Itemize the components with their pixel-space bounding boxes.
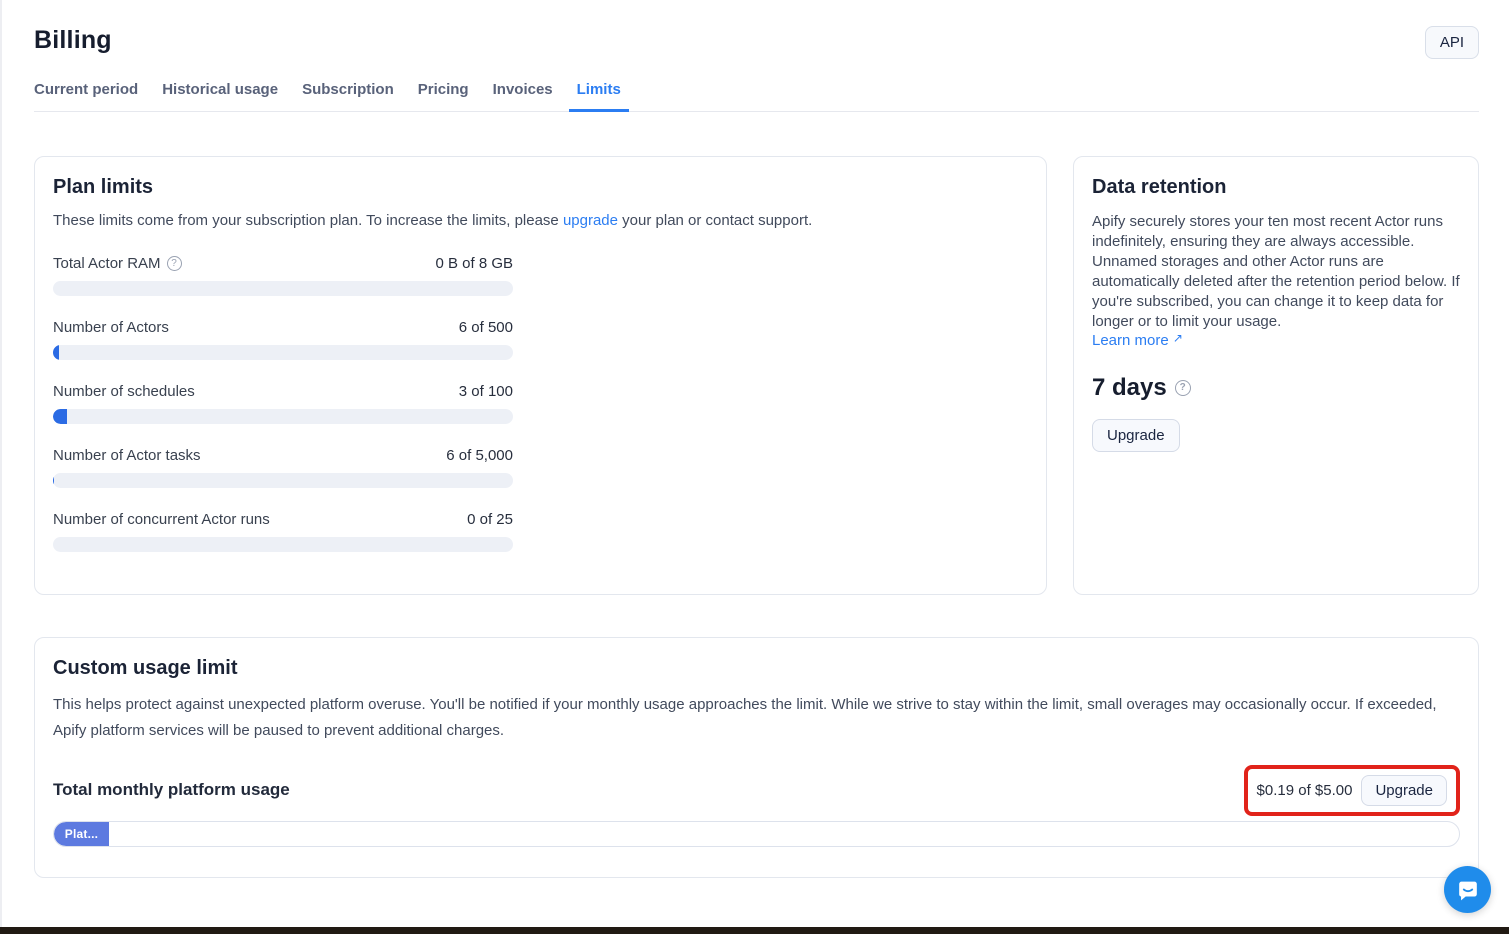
tab-limits[interactable]: Limits	[569, 81, 629, 111]
limit-label: Total Actor RAM	[53, 255, 161, 272]
limit-rows: Total Actor RAM 0 B of 8 GB Number of Ac…	[53, 255, 513, 552]
retention-period-value: 7 days	[1092, 374, 1167, 402]
plan-limits-description: These limits come from your subscription…	[53, 212, 1028, 229]
custom-usage-limit-description: This helps protect against unexpected pl…	[53, 692, 1453, 744]
limit-label: Number of schedules	[53, 383, 195, 400]
chat-launcher-button[interactable]	[1444, 866, 1491, 913]
billing-tabs: Current period Historical usage Subscrip…	[34, 81, 1479, 112]
retention-period: 7 days	[1092, 374, 1460, 402]
plan-limits-card: Plan limits These limits come from your …	[34, 156, 1047, 595]
data-retention-description: Apify securely stores your ten most rece…	[1092, 212, 1460, 332]
limit-value: 3 of 100	[459, 383, 513, 400]
monthly-usage-value: $0.19 of $5.00	[1257, 782, 1353, 799]
data-retention-card: Data retention Apify securely stores you…	[1073, 156, 1479, 595]
limit-row-number-of-actor-tasks: Number of Actor tasks 6 of 5,000	[53, 447, 513, 488]
tab-historical-usage[interactable]: Historical usage	[154, 81, 286, 111]
progress-bar-track	[53, 409, 513, 424]
upgrade-link[interactable]: upgrade	[563, 212, 618, 229]
progress-bar-track	[53, 473, 513, 488]
monthly-usage-bar-track: Plat...	[53, 821, 1460, 847]
monthly-usage-bar-segment: Plat...	[54, 822, 109, 846]
progress-bar-track	[53, 281, 513, 296]
data-retention-title: Data retention	[1092, 176, 1460, 199]
monthly-usage-row: Total monthly platform usage $0.19 of $5…	[53, 764, 1460, 816]
limit-row-number-of-schedules: Number of schedules 3 of 100	[53, 383, 513, 424]
tab-current-period[interactable]: Current period	[26, 81, 146, 111]
progress-bar-fill	[53, 473, 54, 488]
bottom-edge-bar	[0, 927, 1509, 934]
help-icon[interactable]	[1175, 380, 1191, 396]
top-cards-row: Plan limits These limits come from your …	[34, 156, 1479, 595]
tab-subscription[interactable]: Subscription	[294, 81, 402, 111]
monthly-usage-label: Total monthly platform usage	[53, 780, 290, 800]
page-header: Billing API	[34, 26, 1479, 59]
chat-bubble-icon	[1455, 877, 1481, 903]
limit-value: 0 of 25	[467, 511, 513, 528]
tab-invoices[interactable]: Invoices	[485, 81, 561, 111]
plan-desc-text-after: your plan or contact support.	[618, 212, 812, 229]
tab-pricing[interactable]: Pricing	[410, 81, 477, 111]
retention-upgrade-button[interactable]: Upgrade	[1092, 419, 1180, 452]
limit-row-total-actor-ram: Total Actor RAM 0 B of 8 GB	[53, 255, 513, 296]
progress-bar-fill	[53, 345, 59, 360]
external-link-icon: ↗	[1173, 331, 1183, 345]
limit-label: Number of Actors	[53, 319, 169, 336]
api-button[interactable]: API	[1425, 26, 1479, 59]
limit-row-number-of-actors: Number of Actors 6 of 500	[53, 319, 513, 360]
limit-row-concurrent-actor-runs: Number of concurrent Actor runs 0 of 25	[53, 511, 513, 552]
limit-label: Number of Actor tasks	[53, 447, 201, 464]
help-icon[interactable]	[167, 256, 182, 271]
progress-bar-fill	[53, 409, 67, 424]
custom-usage-limit-card: Custom usage limit This helps protect ag…	[34, 637, 1479, 878]
plan-limits-title: Plan limits	[53, 176, 1028, 199]
progress-bar-track	[53, 345, 513, 360]
limit-value: 0 B of 8 GB	[435, 255, 513, 272]
usage-segment-label: Plat...	[65, 827, 98, 841]
learn-more-link[interactable]: Learn more ↗	[1092, 332, 1183, 349]
limit-value: 6 of 500	[459, 319, 513, 336]
progress-bar-track	[53, 537, 513, 552]
limit-label: Number of concurrent Actor runs	[53, 511, 270, 528]
usage-upgrade-button[interactable]: Upgrade	[1361, 775, 1447, 806]
limit-value: 6 of 5,000	[446, 447, 513, 464]
custom-usage-limit-title: Custom usage limit	[53, 657, 1460, 680]
page-title: Billing	[34, 26, 112, 55]
billing-page: Billing API Current period Historical us…	[2, 0, 1509, 878]
usage-annotation-highlight: $0.19 of $5.00 Upgrade	[1244, 765, 1460, 816]
plan-desc-text-before: These limits come from your subscription…	[53, 212, 563, 229]
